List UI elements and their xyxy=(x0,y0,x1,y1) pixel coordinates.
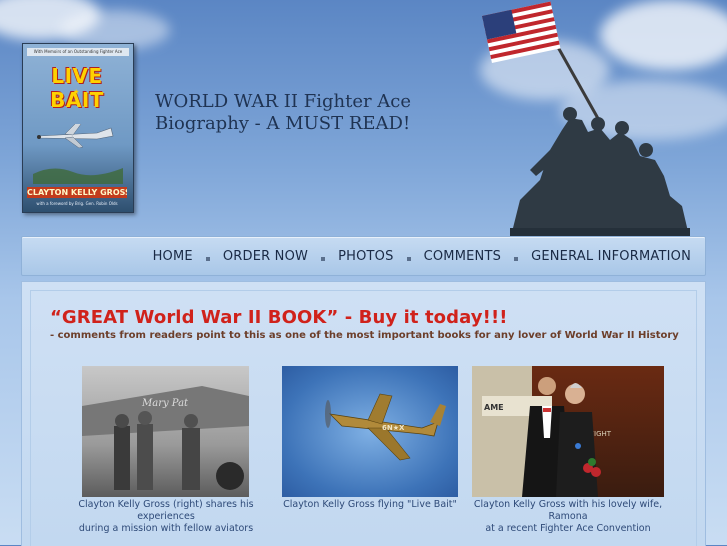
star-icon: ★ xyxy=(73,88,80,96)
nav-separator-icon xyxy=(514,257,519,261)
site-header: With Memoirs of an Outstanding Fighter A… xyxy=(0,0,727,240)
tagline-line2: Biography - A MUST READ! xyxy=(155,113,411,134)
svg-text:6N★X: 6N★X xyxy=(382,424,405,432)
p51-mustang-photo-icon: 6N★X xyxy=(325,393,446,461)
caption-line: Clayton Kelly Gross with his lovely wife… xyxy=(473,499,663,522)
nav-home[interactable]: HOME xyxy=(153,249,193,264)
tagline-line1: WORLD WAR II Fighter Ace xyxy=(155,91,412,112)
photo-couple[interactable]: AME FIGHT xyxy=(472,366,664,497)
caption-line: Clayton Kelly Gross (right) shares his e… xyxy=(78,499,254,522)
photo-couple-caption: Clayton Kelly Gross with his lovely wife… xyxy=(462,499,674,535)
aviators-photo-icon: Mary Pat xyxy=(82,386,249,490)
photo-aviators[interactable]: Mary Pat xyxy=(82,366,249,497)
ground-landscape-icon xyxy=(33,168,123,184)
caption-line: during a mission with fellow aviators xyxy=(78,523,254,534)
main-content: “GREAT World War II BOOK” - Buy it today… xyxy=(21,281,706,546)
caption-line: Clayton Kelly Gross flying "Live Bait" xyxy=(283,499,457,510)
book-subtitle: with a foreword by Brig. Gen. Robin Olds xyxy=(36,201,118,206)
svg-text:Mary Pat: Mary Pat xyxy=(141,398,189,409)
book-top-strip: With Memoirs of an Outstanding Fighter A… xyxy=(27,48,129,56)
page-headline: “GREAT World War II BOOK” - Buy it today… xyxy=(50,307,508,328)
nav-general-information[interactable]: GENERAL INFORMATION xyxy=(531,249,691,264)
nav-order-now[interactable]: ORDER NOW xyxy=(223,249,308,264)
book-author: CLAYTON KELLY GROSS xyxy=(27,187,127,198)
main-nav: HOME ORDER NOW PHOTOS COMMENTS GENERAL I… xyxy=(21,236,706,276)
nav-comments[interactable]: COMMENTS xyxy=(424,249,501,264)
svg-text:AME: AME xyxy=(484,403,504,412)
photo-p51-caption: Clayton Kelly Gross flying "Live Bait" xyxy=(270,499,470,511)
plane-icon xyxy=(37,124,114,148)
site-tagline: WORLD WAR II Fighter Ace Biography - A M… xyxy=(155,91,425,135)
iwo-jima-memorial-icon xyxy=(482,1,690,240)
caption-line: at a recent Fighter Ace Convention xyxy=(485,523,651,534)
nav-separator-icon xyxy=(406,257,411,261)
nav-photos[interactable]: PHOTOS xyxy=(338,249,393,264)
nav-separator-icon xyxy=(321,257,326,261)
couple-photo-icon: AME FIGHT xyxy=(472,366,612,497)
photo-p51-mustang[interactable]: 6N★X xyxy=(282,366,458,497)
page-subline: - comments from readers point to this as… xyxy=(50,330,679,341)
book-cover[interactable]: With Memoirs of an Outstanding Fighter A… xyxy=(22,43,134,213)
nav-separator-icon xyxy=(205,257,210,261)
photo-aviators-caption: Clayton Kelly Gross (right) shares his e… xyxy=(70,499,262,535)
